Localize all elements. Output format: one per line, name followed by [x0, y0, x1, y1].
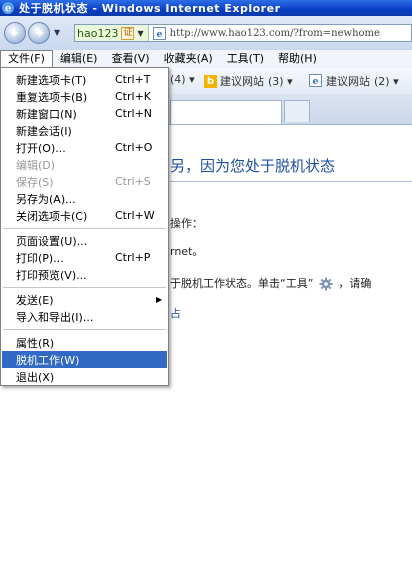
instruction-line-3-a: 于脱机工作状态。单击“工具”: [170, 277, 314, 290]
offline-heading: 另，因为您处于脱机状态: [170, 155, 335, 176]
url-text[interactable]: http://www.hao123.com/?from=newhome: [170, 28, 380, 39]
menu-tools[interactable]: 工具(T): [220, 50, 271, 68]
menu-item-open[interactable]: 打开(O)... Ctrl+O: [2, 139, 167, 156]
menu-item-save-label: 保存(S): [16, 175, 54, 189]
menu-item-new-window[interactable]: 新建窗口(N) Ctrl+N: [2, 105, 167, 122]
favorites-item-suggested-count: (2) ▾: [374, 74, 399, 88]
content-link-fragment[interactable]: 占: [170, 305, 181, 321]
tab-current[interactable]: [170, 100, 282, 124]
address-toolbar: ▼ hao123 证 ▼ e http://www.hao123.com/?fr…: [0, 16, 412, 51]
arrow-left-icon: [10, 29, 18, 37]
ie-icon: e: [1, 1, 15, 15]
heading-divider: [170, 181, 412, 182]
menu-item-open-label: 打开(O)...: [16, 141, 66, 155]
arrow-right-icon: [36, 29, 44, 37]
menu-item-open-shortcut: Ctrl+O: [115, 141, 153, 154]
menu-item-duplicate-tab-shortcut: Ctrl+K: [115, 90, 152, 103]
site-identity-badge[interactable]: hao123 证 ▼: [75, 25, 149, 41]
favorites-item-1-count: (4) ▾: [170, 73, 195, 86]
menu-item-page-setup-label: 页面设置(U)...: [16, 234, 88, 248]
window-titlebar: e 处于脱机状态 - Windows Internet Explorer: [0, 0, 412, 16]
menu-item-new-session-label: 新建会话(I): [16, 124, 72, 138]
menu-view[interactable]: 查看(V): [104, 50, 156, 68]
window-title: 处于脱机状态 - Windows Internet Explorer: [19, 2, 281, 15]
menu-item-new-session[interactable]: 新建会话(I): [2, 122, 167, 139]
menu-item-print-preview-label: 打印预览(V)...: [16, 268, 87, 282]
menu-item-new-window-shortcut: Ctrl+N: [115, 107, 153, 120]
menu-item-save-shortcut: Ctrl+S: [115, 175, 151, 188]
back-button[interactable]: [4, 22, 26, 44]
bing-icon: b: [204, 74, 217, 88]
menu-item-import-export-label: 导入和导出(I)...: [16, 310, 94, 324]
favorites-item-suggested-label: 建议网站: [326, 75, 370, 88]
instruction-line-3: 于脱机工作状态。单击“工具” ，请确: [170, 275, 371, 291]
menu-item-exit[interactable]: 退出(X): [2, 368, 167, 385]
favorites-item-bing-label: 建议网站: [220, 75, 264, 88]
menu-item-duplicate-tab[interactable]: 重复选项卡(B) Ctrl+K: [2, 88, 167, 105]
menu-edit[interactable]: 编辑(E): [53, 50, 105, 68]
menu-item-close-tab-shortcut: Ctrl+W: [115, 209, 155, 222]
menu-separator: [3, 228, 166, 229]
gear-icon: [319, 277, 333, 291]
offline-heading-text: 因为您处于脱机状态: [200, 157, 336, 175]
menu-separator: [3, 329, 166, 330]
menu-item-print-label: 打印(P)...: [16, 251, 64, 265]
ie-page-icon: e: [309, 74, 323, 88]
menu-item-new-tab-shortcut: Ctrl+T: [115, 73, 151, 86]
menu-item-print-shortcut: Ctrl+P: [115, 251, 151, 264]
menu-item-send-label: 发送(E): [16, 293, 54, 307]
menu-item-exit-label: 退出(X): [16, 370, 55, 384]
page-ie-icon: e: [153, 26, 167, 40]
svg-text:e: e: [5, 4, 11, 15]
menu-item-save-as[interactable]: 另存为(A)...: [2, 190, 167, 207]
offline-heading-prefix: 另，: [170, 157, 201, 175]
forward-button[interactable]: [28, 22, 50, 44]
instruction-line-1: 操作：: [170, 217, 203, 230]
menu-item-duplicate-tab-label: 重复选项卡(B): [16, 90, 88, 104]
file-menu-dropdown: 新建选项卡(T) Ctrl+T 重复选项卡(B) Ctrl+K 新建窗口(N) …: [0, 67, 169, 386]
favorites-item-bing-count: (3) ▾: [268, 74, 293, 88]
menu-item-send[interactable]: 发送(E) ▶: [2, 291, 167, 308]
menu-file[interactable]: 文件(F): [0, 50, 53, 68]
chevron-down-icon[interactable]: ▼: [137, 29, 143, 38]
menu-item-new-tab[interactable]: 新建选项卡(T) Ctrl+T: [2, 71, 167, 88]
recent-pages-dropdown-icon[interactable]: ▼: [54, 28, 60, 37]
menu-item-print[interactable]: 打印(P)... Ctrl+P: [2, 249, 167, 266]
menu-help[interactable]: 帮助(H): [271, 50, 324, 68]
menu-item-save-as-label: 另存为(A)...: [16, 192, 76, 206]
favorites-item-1[interactable]: (4) ▾: [170, 73, 195, 86]
menu-favorites[interactable]: 收藏夹(A): [157, 50, 220, 68]
menu-item-close-tab[interactable]: 关闭选项卡(C) Ctrl+W: [2, 207, 167, 224]
menu-item-page-setup[interactable]: 页面设置(U)...: [2, 232, 167, 249]
certificate-badge[interactable]: 证: [121, 26, 135, 40]
menu-item-new-tab-label: 新建选项卡(T): [16, 73, 87, 87]
menu-item-new-window-label: 新建窗口(N): [16, 107, 77, 121]
svg-text:e: e: [313, 77, 319, 87]
menu-item-edit-label: 编辑(D): [16, 158, 56, 172]
instruction-line-2: rnet。: [170, 245, 204, 258]
favorites-item-bing[interactable]: b 建议网站 (3) ▾: [204, 73, 293, 89]
address-bar[interactable]: hao123 证 ▼ e http://www.hao123.com/?from…: [74, 24, 412, 42]
menu-item-import-export[interactable]: 导入和导出(I)...: [2, 308, 167, 325]
menu-item-work-offline[interactable]: 脱机工作(W): [2, 351, 167, 368]
menu-separator: [3, 287, 166, 288]
menu-item-properties-label: 属性(R): [16, 336, 55, 350]
svg-text:e: e: [157, 30, 163, 40]
instruction-line-3-b: ，请确: [338, 277, 372, 290]
menu-item-work-offline-label: 脱机工作(W): [16, 353, 80, 367]
menu-item-properties[interactable]: 属性(R): [2, 334, 167, 351]
submenu-arrow-icon: ▶: [156, 295, 163, 304]
menu-item-close-tab-label: 关闭选项卡(C): [16, 209, 88, 223]
menu-item-print-preview[interactable]: 打印预览(V)...: [2, 266, 167, 283]
new-tab-button[interactable]: [284, 100, 310, 122]
site-badge-text: hao123: [77, 26, 119, 40]
favorites-item-suggested[interactable]: e 建议网站 (2) ▾: [309, 73, 399, 89]
menu-item-save: 保存(S) Ctrl+S: [2, 173, 167, 190]
menu-item-edit: 编辑(D): [2, 156, 167, 173]
